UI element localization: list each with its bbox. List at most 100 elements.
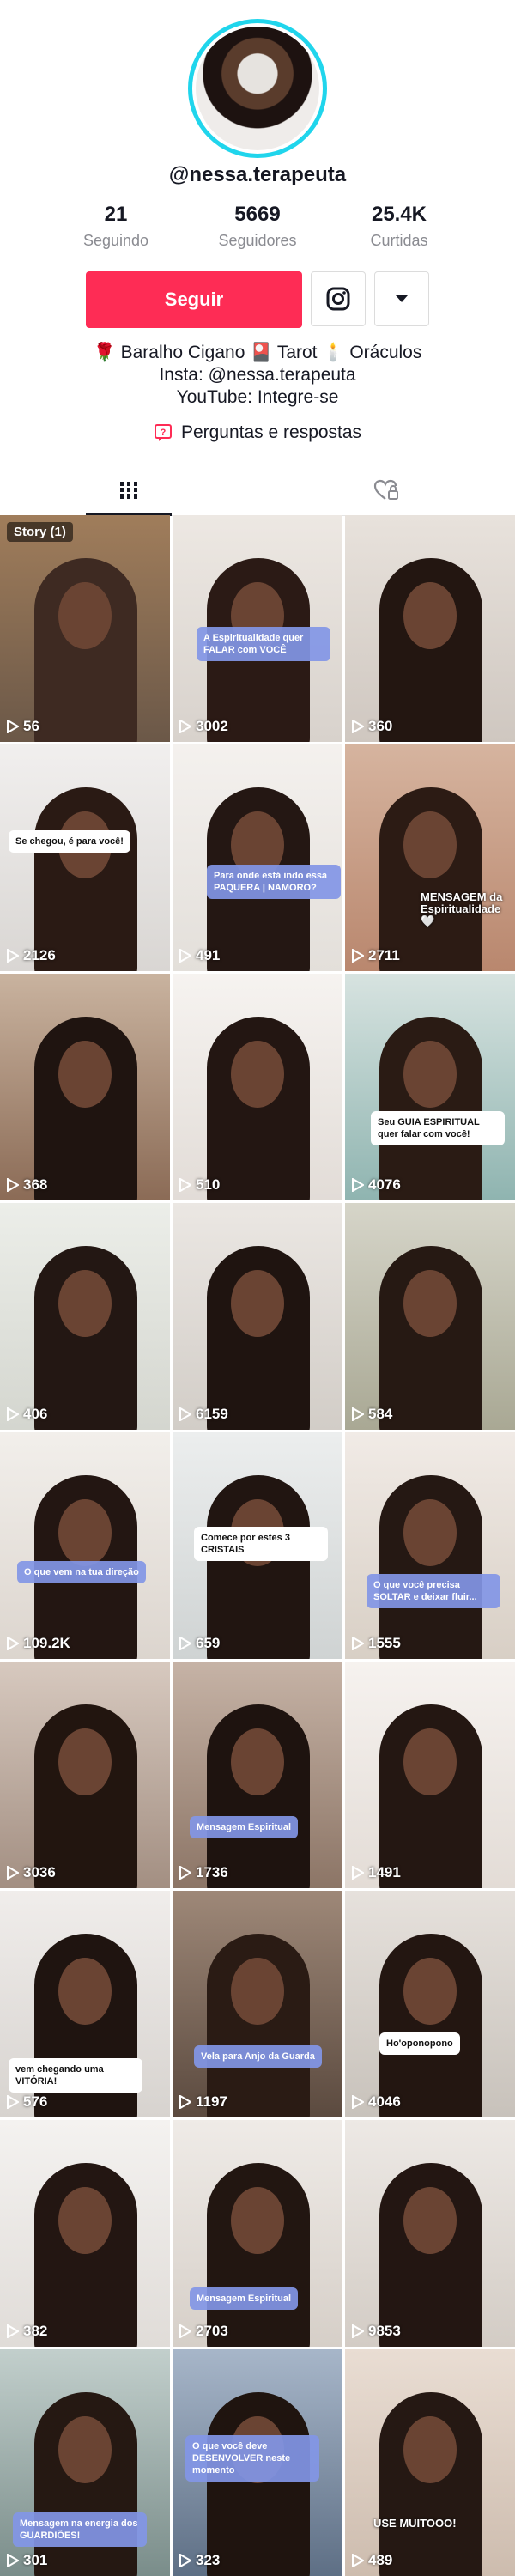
video-tile[interactable]: Seu GUIA ESPIRITUAL quer falar com você!… bbox=[345, 974, 515, 1200]
view-count-value: 2703 bbox=[196, 2323, 228, 2339]
video-thumbnail-face bbox=[403, 1041, 457, 1108]
story-badge: Story (1) bbox=[7, 522, 73, 542]
video-tile[interactable]: Comece por estes 3 CRISTAIS 659 bbox=[173, 1432, 342, 1659]
more-button[interactable] bbox=[374, 271, 429, 326]
stat-value: 21 bbox=[104, 203, 128, 226]
view-count: 6159 bbox=[179, 1406, 228, 1423]
video-caption: USE MUITOOO! bbox=[373, 2517, 457, 2530]
instagram-button[interactable] bbox=[311, 271, 366, 326]
view-count: 4046 bbox=[352, 2093, 401, 2111]
video-tile[interactable]: vem chegando uma VITÓRIA! 576 bbox=[0, 1891, 170, 2117]
follow-button[interactable]: Seguir bbox=[86, 271, 302, 328]
video-tile[interactable]: 9853 bbox=[345, 2120, 515, 2347]
video-thumbnail-face bbox=[58, 1041, 112, 1108]
view-count: 56 bbox=[7, 718, 39, 735]
video-tile[interactable]: Para onde está indo essa PAQUERA | NAMOR… bbox=[173, 744, 342, 971]
view-count-value: 1491 bbox=[368, 1864, 401, 1880]
play-icon bbox=[352, 1637, 364, 1650]
video-tile[interactable]: O que você precisa SOLTAR e deixar fluir… bbox=[345, 1432, 515, 1659]
view-count-value: 1736 bbox=[196, 1864, 228, 1880]
profile-actions: Seguir bbox=[86, 271, 429, 328]
bio-line: YouTube: Integre-se bbox=[176, 387, 339, 407]
stat-following[interactable]: 21 Seguindo bbox=[52, 203, 180, 250]
view-count: 360 bbox=[352, 718, 392, 735]
play-icon bbox=[7, 1407, 19, 1421]
video-tile[interactable]: O que vem na tua direção 109.2K bbox=[0, 1432, 170, 1659]
view-count-value: 382 bbox=[23, 2323, 48, 2339]
view-count-value: 491 bbox=[196, 947, 221, 963]
video-tile[interactable]: Mensagem Espiritual 2703 bbox=[173, 2120, 342, 2347]
video-tile[interactable]: Se chegou, é para você! 2126 bbox=[0, 744, 170, 971]
play-icon bbox=[352, 1178, 364, 1192]
video-caption: MENSAGEM da Espiritualidade 🤍 bbox=[421, 890, 503, 927]
view-count: 406 bbox=[7, 1406, 47, 1423]
tab-videos[interactable] bbox=[0, 465, 258, 516]
avatar[interactable] bbox=[188, 19, 327, 158]
play-icon bbox=[179, 1178, 191, 1192]
stats-row: 21 Seguindo 5669 Seguidores 25.4K Curtid… bbox=[52, 203, 464, 250]
profile-header: @nessa.terapeuta 21 Seguindo 5669 Seguid… bbox=[0, 0, 515, 516]
play-icon bbox=[7, 2095, 19, 2109]
video-tile[interactable]: 1491 bbox=[345, 1662, 515, 1888]
bio: 🌹 Baralho Cigano 🎴 Tarot 🕯️ Oráculos Ins… bbox=[0, 342, 515, 409]
stat-followers[interactable]: 5669 Seguidores bbox=[193, 203, 322, 250]
video-tile[interactable]: A Espiritualidade quer FALAR com VOCÊ 300… bbox=[173, 515, 342, 742]
view-count: 382 bbox=[7, 2323, 47, 2340]
video-tile[interactable]: 368 bbox=[0, 974, 170, 1200]
view-count-value: 1197 bbox=[196, 2093, 227, 2110]
video-tile[interactable]: MENSAGEM da Espiritualidade 🤍 2711 bbox=[345, 744, 515, 971]
view-count: 489 bbox=[352, 2552, 392, 2569]
play-icon bbox=[7, 720, 19, 733]
play-icon bbox=[7, 1866, 19, 1880]
play-icon bbox=[7, 1637, 19, 1650]
video-tile[interactable]: 3036 bbox=[0, 1662, 170, 1888]
view-count: 1555 bbox=[352, 1635, 401, 1652]
view-count: 584 bbox=[352, 1406, 392, 1423]
video-tile[interactable]: Mensagem Espiritual 1736 bbox=[173, 1662, 342, 1888]
stat-value: 5669 bbox=[234, 203, 281, 226]
view-count-value: 6159 bbox=[196, 1406, 228, 1422]
video-thumbnail-face bbox=[58, 2416, 112, 2483]
video-tile[interactable]: 510 bbox=[173, 974, 342, 1200]
view-count-value: 360 bbox=[368, 718, 393, 734]
view-count: 323 bbox=[179, 2552, 220, 2569]
view-count: 3002 bbox=[179, 718, 228, 735]
view-count-value: 4076 bbox=[368, 1176, 401, 1193]
question-box-icon: ? bbox=[154, 424, 172, 441]
stat-likes: 25.4K Curtidas bbox=[335, 203, 464, 250]
view-count: 9853 bbox=[352, 2323, 401, 2340]
video-tile[interactable]: Ho'oponopono 4046 bbox=[345, 1891, 515, 2117]
video-thumbnail-face bbox=[58, 1499, 112, 1566]
tab-liked[interactable] bbox=[258, 465, 515, 515]
heart-lock-icon bbox=[373, 479, 398, 500]
video-tile[interactable]: 584 bbox=[345, 1203, 515, 1430]
video-tile[interactable]: 6159 bbox=[173, 1203, 342, 1430]
video-tile[interactable]: Story (1) 56 bbox=[0, 515, 170, 742]
video-thumbnail-face bbox=[58, 1270, 112, 1337]
view-count: 576 bbox=[7, 2093, 47, 2111]
view-count: 659 bbox=[179, 1635, 220, 1652]
stat-value: 25.4K bbox=[371, 203, 427, 226]
video-tile[interactable]: 360 bbox=[345, 515, 515, 742]
play-icon bbox=[179, 2095, 191, 2109]
stat-label: Curtidas bbox=[370, 232, 428, 249]
video-tile[interactable]: 406 bbox=[0, 1203, 170, 1430]
play-icon bbox=[352, 2095, 364, 2109]
video-tile[interactable]: O que você deve DESENVOLVER neste moment… bbox=[173, 2349, 342, 2576]
video-tile[interactable]: 382 bbox=[0, 2120, 170, 2347]
video-tile[interactable]: Vela para Anjo da Guarda 1197 bbox=[173, 1891, 342, 2117]
view-count-value: 1555 bbox=[368, 1635, 401, 1651]
view-count: 1197 bbox=[179, 2093, 227, 2111]
video-tile[interactable]: Mensagem na energia dos GUARDIÕES! 301 bbox=[0, 2349, 170, 2576]
play-icon bbox=[179, 1866, 191, 1880]
play-icon bbox=[352, 949, 364, 963]
qa-link[interactable]: ? Perguntas e respostas bbox=[0, 422, 515, 443]
video-tile[interactable]: USE MUITOOO! 489 bbox=[345, 2349, 515, 2576]
profile-tabs bbox=[0, 465, 515, 516]
video-thumbnail-face bbox=[403, 1270, 457, 1337]
view-count-value: 406 bbox=[23, 1406, 48, 1422]
video-caption: Vela para Anjo da Guarda bbox=[194, 2045, 322, 2068]
view-count-value: 584 bbox=[368, 1406, 393, 1422]
video-thumbnail-face bbox=[403, 2416, 457, 2483]
video-thumbnail-face bbox=[403, 582, 457, 649]
